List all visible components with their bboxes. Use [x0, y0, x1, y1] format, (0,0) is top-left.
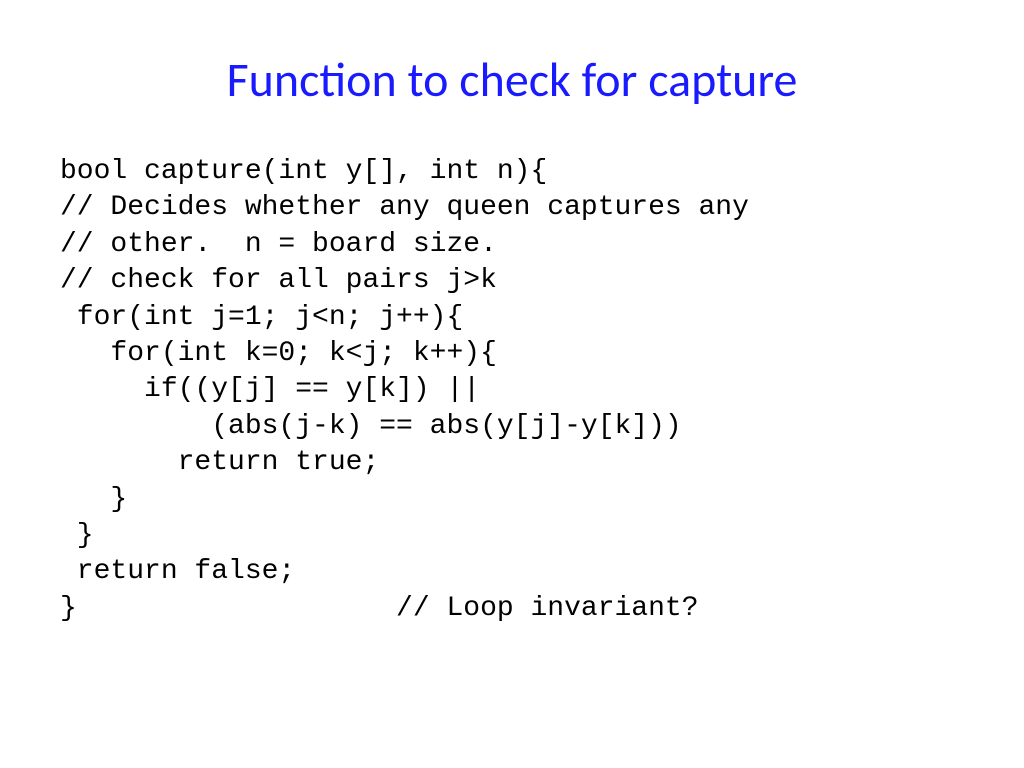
- code-block: bool capture(int y[], int n){ // Decides…: [60, 154, 964, 627]
- presentation-slide: Function to check for capture bool captu…: [0, 0, 1024, 768]
- slide-title: Function to check for capture: [60, 50, 964, 109]
